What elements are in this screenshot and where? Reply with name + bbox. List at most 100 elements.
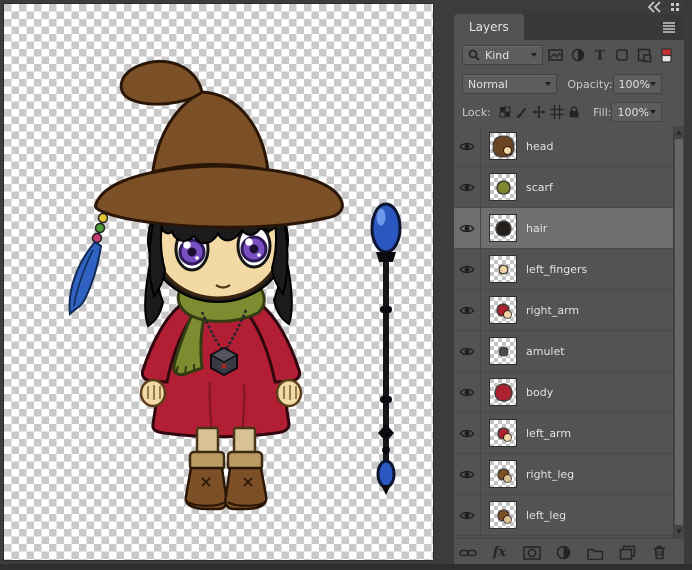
lock-transparency-icon <box>499 106 511 118</box>
window-bottom-edge <box>0 564 692 570</box>
shape-layer-icon <box>616 49 628 61</box>
lock-image-pixels-button[interactable] <box>513 103 530 122</box>
panel-dock-icon[interactable] <box>670 2 680 12</box>
fill-label: Fill: <box>593 105 612 119</box>
type-layer-icon: T <box>595 49 605 63</box>
layer-thumbnail[interactable] <box>489 460 517 488</box>
lock-position-button[interactable] <box>531 103 548 122</box>
layer-thumbnail[interactable] <box>489 214 517 242</box>
pixel-layer-icon <box>548 49 563 61</box>
smart-object-icon <box>637 48 652 62</box>
scroll-up-arrow[interactable] <box>676 130 682 135</box>
layer-thumbnail[interactable] <box>489 501 517 529</box>
collapse-panels-icon[interactable] <box>647 1 662 13</box>
layer-row[interactable]: amulet <box>454 331 684 372</box>
filter-type-layers-button[interactable]: T <box>590 46 609 65</box>
eye-icon <box>459 388 475 396</box>
layer-list-scrollbar[interactable] <box>673 126 684 538</box>
layer-row[interactable]: left_leg <box>454 495 684 536</box>
character-illustration <box>68 59 344 511</box>
eye-icon <box>459 470 475 478</box>
layer-row[interactable]: scarf <box>454 167 684 208</box>
layer-thumbnail[interactable] <box>489 296 517 324</box>
layer-visibility-toggle[interactable] <box>454 167 481 207</box>
new-layer-icon <box>619 545 636 560</box>
layer-name: hair <box>526 221 548 235</box>
artboard-icon <box>549 105 564 119</box>
layer-row[interactable]: hair <box>454 208 684 249</box>
layer-thumbnail[interactable] <box>489 173 517 201</box>
filter-adjustment-layers-button[interactable] <box>568 46 587 65</box>
tab-layers[interactable]: Layers <box>454 14 524 40</box>
chevron-down-icon <box>531 53 538 57</box>
layer-visibility-toggle[interactable] <box>454 126 481 166</box>
filter-shape-layers-button[interactable] <box>613 46 632 65</box>
eye-icon <box>459 347 475 355</box>
svg-text:T: T <box>595 49 605 63</box>
blend-mode-value: Normal <box>468 77 508 91</box>
layer-row[interactable]: right_leg <box>454 454 684 495</box>
layer-visibility-toggle[interactable] <box>454 331 481 371</box>
lock-transparency-button[interactable] <box>496 103 513 122</box>
new-adjustment-layer-button[interactable] <box>553 543 574 562</box>
layer-row[interactable]: left_fingers <box>454 249 684 290</box>
document-canvas[interactable] <box>4 4 433 560</box>
eye-icon <box>459 511 475 519</box>
adjustment-layer-icon <box>571 48 585 62</box>
filter-pixel-layers-button[interactable] <box>546 46 565 65</box>
new-layer-button[interactable] <box>617 543 638 562</box>
new-group-button[interactable] <box>585 543 606 562</box>
lock-artboard-button[interactable] <box>548 103 565 122</box>
scroll-down-arrow[interactable] <box>676 529 682 534</box>
trash-icon <box>654 545 665 560</box>
blend-mode-dropdown[interactable]: Normal <box>462 74 558 94</box>
opacity-label: Opacity: <box>567 77 613 91</box>
chevron-down-icon <box>650 110 657 114</box>
layer-thumbnail[interactable] <box>489 337 517 365</box>
kind-filter-dropdown[interactable]: Kind <box>462 45 544 65</box>
layer-thumbnail[interactable] <box>489 132 517 160</box>
lock-icon <box>569 106 579 118</box>
filter-smart-objects-button[interactable] <box>635 46 654 65</box>
hat-charm <box>68 211 109 317</box>
scrollbar-thumb[interactable] <box>675 139 683 525</box>
layer-name: body <box>526 385 554 399</box>
fill-value: 100% <box>617 105 649 119</box>
thumbnail-art-secondary <box>504 516 511 523</box>
lock-all-button[interactable] <box>566 103 583 122</box>
thumbnail-art-secondary <box>504 311 511 318</box>
layer-visibility-toggle[interactable] <box>454 290 481 330</box>
add-layer-mask-button[interactable] <box>521 543 542 562</box>
layer-visibility-toggle[interactable] <box>454 372 481 412</box>
filtering-toggle[interactable] <box>657 46 676 65</box>
eye-icon <box>459 265 475 273</box>
layer-name: scarf <box>526 180 553 194</box>
delete-layer-button[interactable] <box>649 543 670 562</box>
layer-visibility-toggle[interactable] <box>454 413 481 453</box>
link-layers-button[interactable] <box>457 543 478 562</box>
fill-input[interactable]: 100% <box>611 102 663 122</box>
layer-row[interactable]: body <box>454 372 684 413</box>
staff-illustration <box>370 202 402 495</box>
photoshop-window: { "panel": { "tab_label": "Layers", "fil… <box>0 0 692 570</box>
head <box>68 59 344 317</box>
move-icon <box>532 105 546 119</box>
blend-bar: Normal Opacity: 100% <box>454 70 684 98</box>
opacity-input[interactable]: 100% <box>612 74 662 94</box>
layer-visibility-toggle[interactable] <box>454 454 481 494</box>
layer-style-button[interactable]: fx <box>489 543 510 562</box>
thumbnail-art <box>499 347 507 355</box>
layer-thumbnail[interactable] <box>489 419 517 447</box>
layer-visibility-toggle[interactable] <box>454 495 481 535</box>
layer-thumbnail[interactable] <box>489 378 517 406</box>
eye-icon <box>459 429 475 437</box>
layer-name: left_fingers <box>526 262 588 276</box>
layer-visibility-toggle[interactable] <box>454 249 481 289</box>
layer-row[interactable]: head <box>454 126 684 167</box>
panel-menu-icon[interactable] <box>662 21 676 34</box>
layer-thumbnail[interactable] <box>489 255 517 283</box>
folder-icon <box>587 548 604 560</box>
layer-visibility-toggle[interactable] <box>454 208 481 248</box>
layer-row[interactable]: left_arm <box>454 413 684 454</box>
layer-row[interactable]: right_arm <box>454 290 684 331</box>
